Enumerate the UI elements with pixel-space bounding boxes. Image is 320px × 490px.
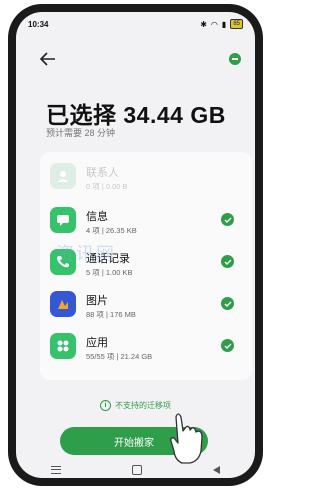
status-bar: 10:34 ✱ ◠ ▮ 85 [16,12,255,36]
list-item-pictures[interactable]: 图片 88 项 | 176 MB [40,286,252,324]
transfer-item-list: 联系人 0 项 | 0.00 B 信息 4 项 | 26.35 KB 通话记录 … [40,152,252,380]
message-icon [50,207,76,233]
item-meta: 55/55 项 | 21.24 GB [86,352,153,361]
pointing-hand-icon [170,413,203,464]
page-title: 已选择 34.44 GB [46,102,226,128]
estimated-time: 预计需要 28 分钟 [46,128,116,138]
home-icon[interactable] [131,465,142,475]
wifi-icon: ◠ [210,19,218,29]
back-icon[interactable] [212,466,220,474]
checkbox-checked[interactable] [221,297,234,310]
item-name: 图片 [86,295,108,307]
phone-screen: 10:34 ✱ ◠ ▮ 85 已选择 34.44 GB 预计需要 28 分钟 联… [16,12,255,478]
deselect-all-icon[interactable] [229,53,241,65]
unsupported-items-link[interactable]: i 不支持的迁移项 [16,400,255,411]
apps-icon [50,333,76,359]
checkbox-checked[interactable] [221,339,234,352]
item-meta: 4 项 | 26.35 KB [86,226,137,235]
item-name: 应用 [86,337,108,349]
gallery-icon [50,291,76,317]
item-meta: 0 项 | 0.00 B [86,182,128,191]
list-item-contacts: 联系人 0 项 | 0.00 B [40,158,252,196]
battery-icon: 85 [230,19,243,29]
status-time: 10:34 [28,19,49,29]
item-meta: 5 项 | 1.00 KB [86,268,133,277]
status-icons: ✱ ◠ ▮ 85 [200,19,243,29]
signal-icon: ▮ [221,19,227,29]
notice-text: 不支持的迁移项 [115,401,171,410]
watermark: 资讯网 [56,244,116,264]
bluetooth-icon: ✱ [200,19,207,29]
list-item-apps[interactable]: 应用 55/55 项 | 21.24 GB [40,328,252,366]
checkbox-checked[interactable] [221,213,234,226]
header-row [16,50,255,70]
back-arrow-icon[interactable] [40,52,56,66]
checkbox-checked[interactable] [221,255,234,268]
list-item-messages[interactable]: 信息 4 项 | 26.35 KB [40,202,252,240]
navigation-bar [16,462,255,478]
item-name: 联系人 [86,167,119,179]
item-meta: 88 项 | 176 MB [86,310,136,319]
item-name: 信息 [86,211,108,223]
contacts-icon [50,163,76,189]
info-icon: i [100,400,111,411]
recents-icon[interactable] [51,466,62,474]
